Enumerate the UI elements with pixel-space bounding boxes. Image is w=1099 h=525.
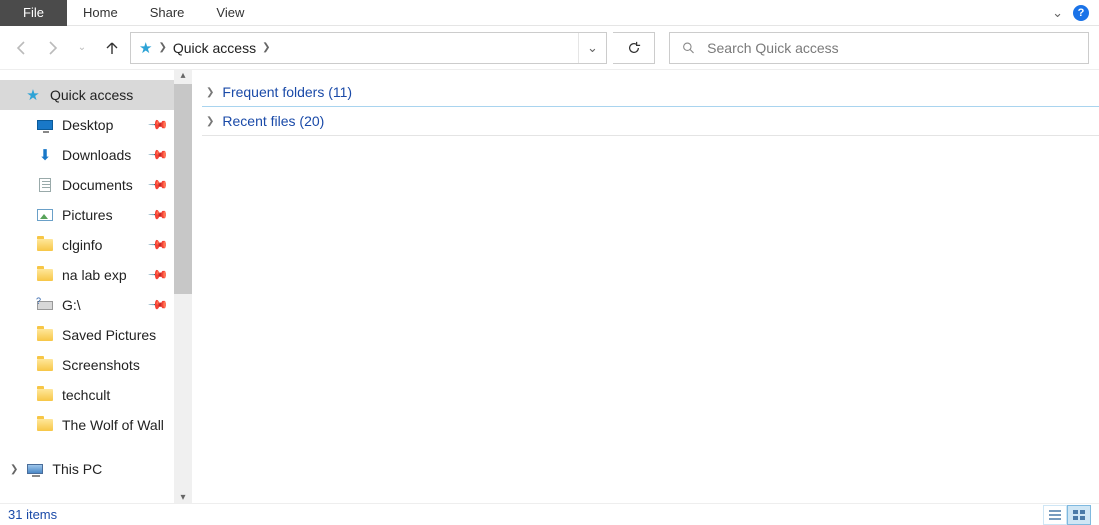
forward-button[interactable]: [40, 36, 64, 60]
pc-icon: [26, 461, 44, 477]
sidebar-item-documents[interactable]: Documents 📌: [0, 170, 174, 200]
search-box[interactable]: [669, 32, 1089, 64]
ribbon-expand-icon[interactable]: ⌄: [1052, 5, 1063, 21]
sidebar-item-pictures[interactable]: Pictures 📌: [0, 200, 174, 230]
drive-icon: [36, 297, 54, 313]
document-icon: [36, 177, 54, 193]
refresh-button[interactable]: [613, 32, 655, 64]
sidebar-label: Quick access: [50, 87, 133, 103]
tab-share[interactable]: Share: [134, 0, 201, 26]
sidebar-label: G:\: [62, 297, 81, 313]
download-icon: ⬇: [36, 147, 54, 163]
search-icon: [682, 41, 695, 55]
folder-icon: [36, 357, 54, 373]
sidebar-item-g-drive[interactable]: G:\ 📌: [0, 290, 174, 320]
group-recent-files[interactable]: ❯ Recent files (20): [198, 107, 1099, 135]
sidebar-label: clginfo: [62, 237, 102, 253]
status-bar: 31 items: [0, 503, 1099, 525]
monitor-icon: [36, 117, 54, 133]
tab-home[interactable]: Home: [67, 0, 134, 26]
pin-icon: 📌: [147, 264, 170, 287]
sidebar-item-saved-pictures[interactable]: Saved Pictures: [0, 320, 174, 350]
scrollbar-thumb[interactable]: [174, 84, 192, 294]
view-switcher: [1043, 505, 1091, 525]
pin-icon: 📌: [147, 114, 170, 137]
sidebar-item-this-pc[interactable]: ❯ This PC: [0, 454, 174, 484]
details-view-button[interactable]: [1043, 505, 1067, 525]
navigation-pane: ★ Quick access Desktop 📌 ⬇ Downloads 📌 D…: [0, 70, 192, 503]
sidebar-label: techcult: [62, 387, 110, 403]
navigation-row: ⌄ ★ ❯ Quick access ❯ ⌄: [0, 26, 1099, 70]
content-pane: ❯ Frequent folders (11) ❯ Recent files (…: [192, 70, 1099, 503]
pin-icon: 📌: [147, 144, 170, 167]
sidebar-label: Desktop: [62, 117, 113, 133]
group-frequent-folders[interactable]: ❯ Frequent folders (11): [198, 78, 1099, 106]
up-button[interactable]: [100, 36, 124, 60]
chevron-right-icon[interactable]: ❯: [262, 42, 270, 53]
folder-icon: [36, 387, 54, 403]
star-icon: ★: [24, 87, 42, 103]
sidebar-item-screenshots[interactable]: Screenshots: [0, 350, 174, 380]
sidebar-label: na lab exp: [62, 267, 127, 283]
sidebar-label: This PC: [52, 461, 102, 477]
sidebar-item-downloads[interactable]: ⬇ Downloads 📌: [0, 140, 174, 170]
sidebar-scrollbar[interactable]: ▴ ▾: [174, 70, 192, 503]
group-label: Frequent folders (11): [222, 84, 352, 100]
sidebar-label: The Wolf of Wall: [62, 417, 164, 433]
search-input[interactable]: [705, 39, 1076, 57]
folder-icon: [36, 327, 54, 343]
chevron-right-icon[interactable]: ❯: [10, 464, 18, 475]
folder-icon: [36, 237, 54, 253]
scroll-down-icon[interactable]: ▾: [174, 492, 192, 503]
chevron-right-icon: ❯: [158, 42, 166, 53]
sidebar-item-techcult[interactable]: techcult: [0, 380, 174, 410]
pin-icon: 📌: [147, 174, 170, 197]
sidebar-label: Screenshots: [62, 357, 140, 373]
sidebar-label: Downloads: [62, 147, 131, 163]
group-label: Recent files (20): [222, 113, 324, 129]
quick-access-icon: ★: [139, 39, 152, 57]
sidebar-label: Documents: [62, 177, 133, 193]
address-bar[interactable]: ★ ❯ Quick access ❯ ⌄: [130, 32, 607, 64]
sidebar-item-wolf-of-wall[interactable]: The Wolf of Wall: [0, 410, 174, 440]
status-text: 31 items: [8, 507, 57, 522]
thumbnails-view-button[interactable]: [1067, 505, 1091, 525]
pin-icon: 📌: [147, 294, 170, 317]
sidebar-item-clginfo[interactable]: clginfo 📌: [0, 230, 174, 260]
sidebar-item-desktop[interactable]: Desktop 📌: [0, 110, 174, 140]
ribbon: File Home Share View ⌄ ?: [0, 0, 1099, 26]
body: ★ Quick access Desktop 📌 ⬇ Downloads 📌 D…: [0, 70, 1099, 503]
chevron-right-icon: ❯: [206, 116, 214, 127]
sidebar-label: Saved Pictures: [62, 327, 156, 343]
recent-locations-button[interactable]: ⌄: [70, 36, 94, 60]
file-tab[interactable]: File: [0, 0, 67, 26]
help-icon[interactable]: ?: [1073, 5, 1089, 21]
pin-icon: 📌: [147, 204, 170, 227]
sidebar-label: Pictures: [62, 207, 113, 223]
pictures-icon: [36, 207, 54, 223]
pin-icon: 📌: [147, 234, 170, 257]
sidebar-item-quick-access[interactable]: ★ Quick access: [0, 80, 174, 110]
back-button[interactable]: [10, 36, 34, 60]
sidebar-item-na-lab-exp[interactable]: na lab exp 📌: [0, 260, 174, 290]
group-separator: [202, 135, 1099, 136]
folder-icon: [36, 267, 54, 283]
folder-icon: [36, 417, 54, 433]
address-history-dropdown[interactable]: ⌄: [578, 33, 606, 63]
tab-view[interactable]: View: [200, 0, 260, 26]
scroll-up-icon[interactable]: ▴: [174, 70, 192, 81]
address-segment[interactable]: Quick access: [173, 40, 256, 56]
chevron-right-icon: ❯: [206, 87, 214, 98]
